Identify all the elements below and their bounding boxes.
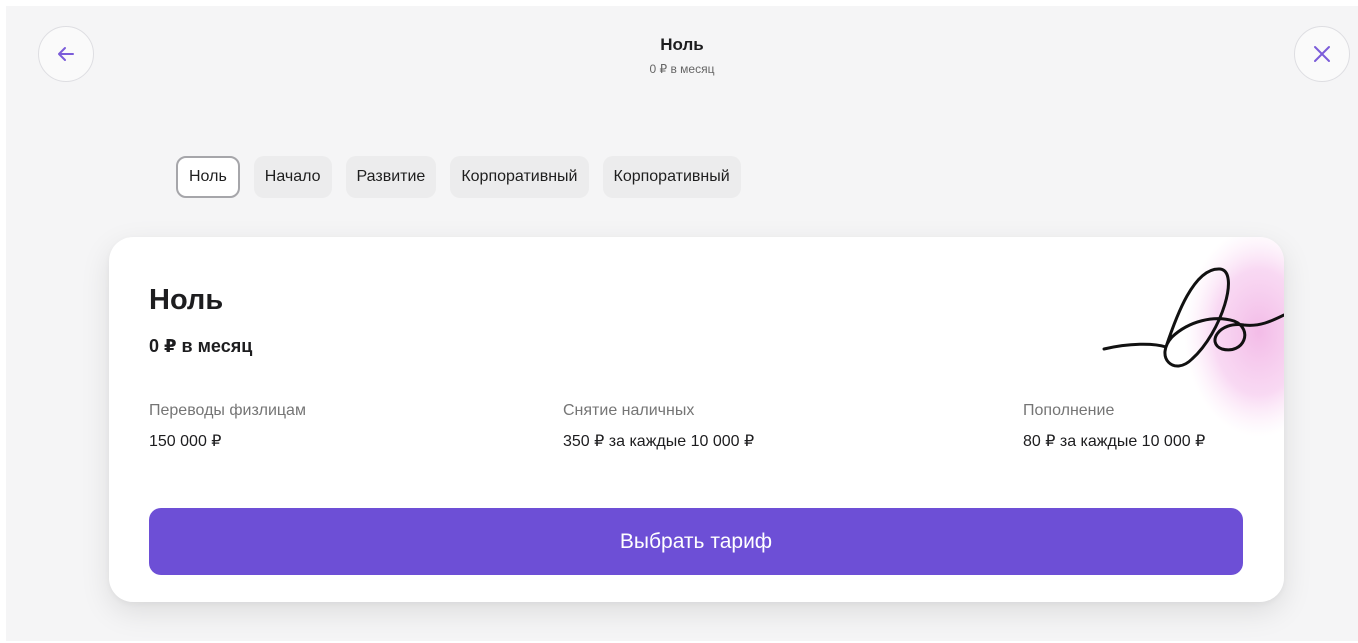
tariff-title: Ноль (149, 284, 224, 316)
signature-scribble-illustration (1102, 237, 1284, 437)
feature-value: 150 000 ₽ (149, 433, 222, 450)
feature-label: Снятие наличных (563, 402, 695, 419)
select-tariff-button[interactable]: Выбрать тариф (149, 508, 1243, 575)
close-button[interactable] (1294, 26, 1350, 82)
tab-korporativny-1[interactable]: Корпоративный (450, 156, 589, 198)
feature-transfers: Переводы физлицам 150 000 ₽ (149, 401, 306, 452)
tab-korporativny-2[interactable]: Корпоративный (602, 156, 741, 198)
page-subtitle: 0 ₽ в месяц (649, 62, 715, 76)
page-header: Ноль 0 ₽ в месяц (6, 34, 1358, 76)
tariff-price: 0 ₽ в месяц (149, 336, 253, 356)
tariff-tabs: Ноль Начало Развитие Корпоративный Корпо… (176, 156, 741, 198)
tariff-card: Ноль 0 ₽ в месяц Переводы физлицам 150 0… (109, 237, 1284, 602)
tab-nachalo[interactable]: Начало (253, 156, 332, 198)
page-title: Ноль (660, 35, 704, 54)
tab-nol[interactable]: Ноль (176, 156, 240, 198)
feature-label: Переводы физлицам (149, 402, 306, 419)
close-icon (1314, 46, 1330, 62)
tab-razvitie[interactable]: Развитие (345, 156, 437, 198)
tariff-page: Ноль 0 ₽ в месяц Ноль Начало Развитие Ко… (6, 6, 1358, 641)
feature-value: 350 ₽ за каждые 10 000 ₽ (563, 433, 755, 450)
feature-cash-withdrawal: Снятие наличных 350 ₽ за каждые 10 000 ₽ (563, 401, 754, 452)
